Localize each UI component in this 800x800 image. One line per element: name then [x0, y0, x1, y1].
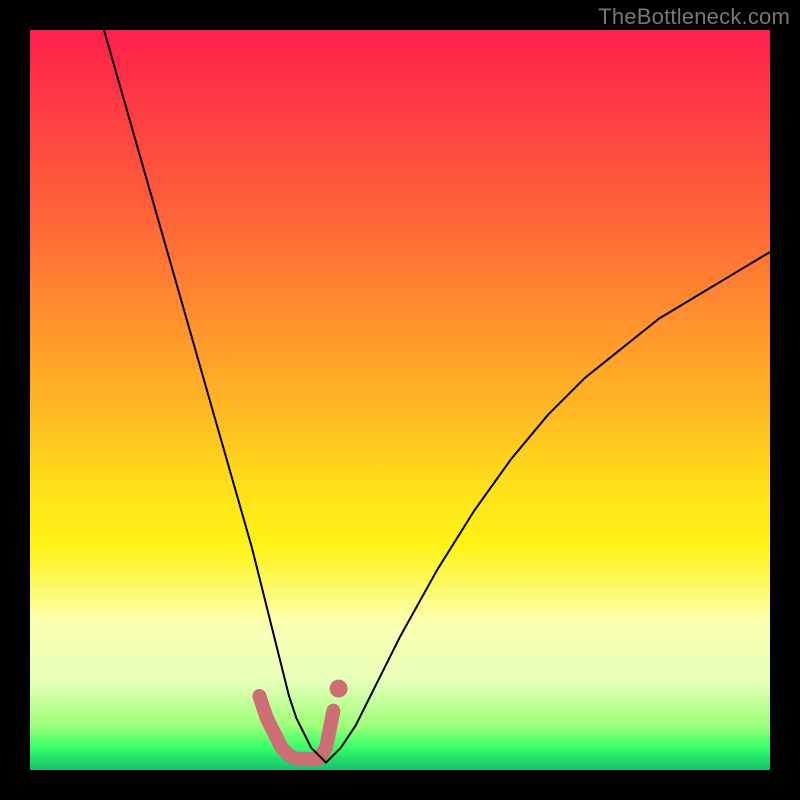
watermark-text: TheBottleneck.com — [598, 4, 790, 30]
pink-valley-series — [259, 680, 347, 759]
plot-area — [30, 30, 770, 770]
chart-svg — [30, 30, 770, 770]
outer-frame: TheBottleneck.com — [0, 0, 800, 800]
black-curve-series — [104, 30, 770, 763]
